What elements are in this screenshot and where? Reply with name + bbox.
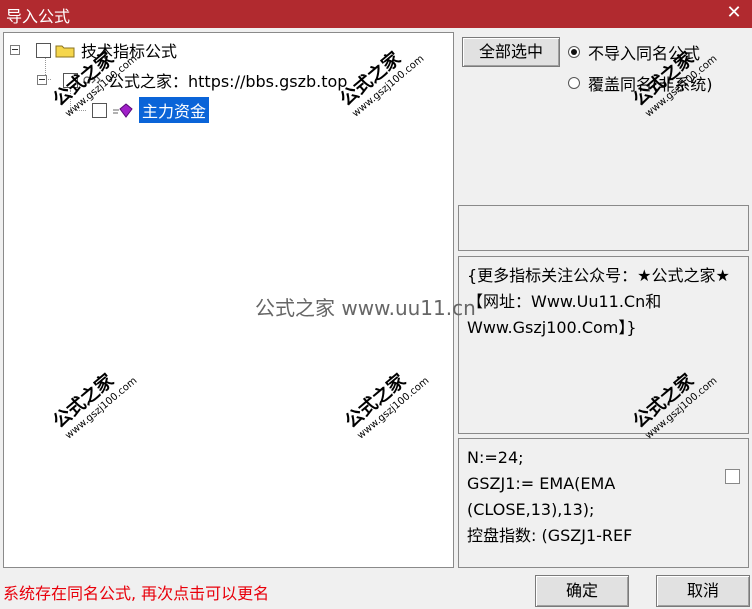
root-checkbox[interactable] [36,42,51,58]
folder-icon [55,45,75,57]
tree-connector [70,110,86,111]
child-checkbox[interactable] [63,72,78,88]
close-icon[interactable]: ✕ [724,2,744,24]
code-line: N:=24; [467,448,524,467]
tree-node-root[interactable]: 技术指标公式 [10,38,177,62]
formula-code-box[interactable]: N:=24; GSZJ1:= EMA(EMA (CLOSE,13),13); 控… [458,438,749,568]
radio-indicator[interactable] [568,77,580,89]
tree-node-leaf[interactable]: 主力资金 [92,97,210,123]
description-text: {更多指标关注公众号：★公式之家★ 【网址：Www.Uu11.Cn和Www.Gs… [467,266,730,337]
radio-overwrite-same-name[interactable]: 覆盖同名(非系统) [568,71,713,95]
radio-label: 不导入同名公式 [588,44,701,63]
ok-button[interactable]: 确定 [535,575,629,607]
leaf-checkbox[interactable] [92,102,107,118]
formula-group-icon [83,76,101,84]
radio-skip-same-name[interactable]: 不导入同名公式 [568,40,700,64]
formula-gem-icon [113,103,133,118]
code-line: (CLOSE,13),13); [467,500,595,519]
collapse-icon[interactable] [10,45,20,55]
code-line: GSZJ1:= EMA(EMA [467,474,616,493]
description-box: {更多指标关注公众号：★公式之家★ 【网址：Www.Uu11.Cn和Www.Gs… [458,256,749,434]
tree-node-child[interactable]: 公式之家：https://bbs.gszb.top [37,68,347,92]
radio-label: 覆盖同名(非系统) [588,75,713,94]
tree-label-root: 技术指标公式 [81,42,178,61]
title-bar: 导入公式 ✕ [0,0,752,28]
collapse-icon[interactable] [37,75,47,85]
radio-indicator[interactable] [568,46,580,58]
cancel-button[interactable]: 取消 [656,575,750,607]
empty-info-box [458,205,749,251]
tree-connector [70,90,71,110]
tree-label-child: 公式之家：https://bbs.gszb.top [108,72,348,91]
status-message: 系统存在同名公式, 再次点击可以更名 [3,584,270,603]
tree-label-leaf[interactable]: 主力资金 [139,97,210,123]
window-title: 导入公式 [6,7,71,26]
code-line: 控盘指数: (GSZJ1-REF [467,526,633,545]
formula-tree[interactable]: 技术指标公式 公式之家：https://bbs.gszb.top 主力资金 [3,32,454,568]
code-option-checkbox[interactable] [725,469,740,484]
select-all-button[interactable]: 全部选中 [462,37,560,67]
